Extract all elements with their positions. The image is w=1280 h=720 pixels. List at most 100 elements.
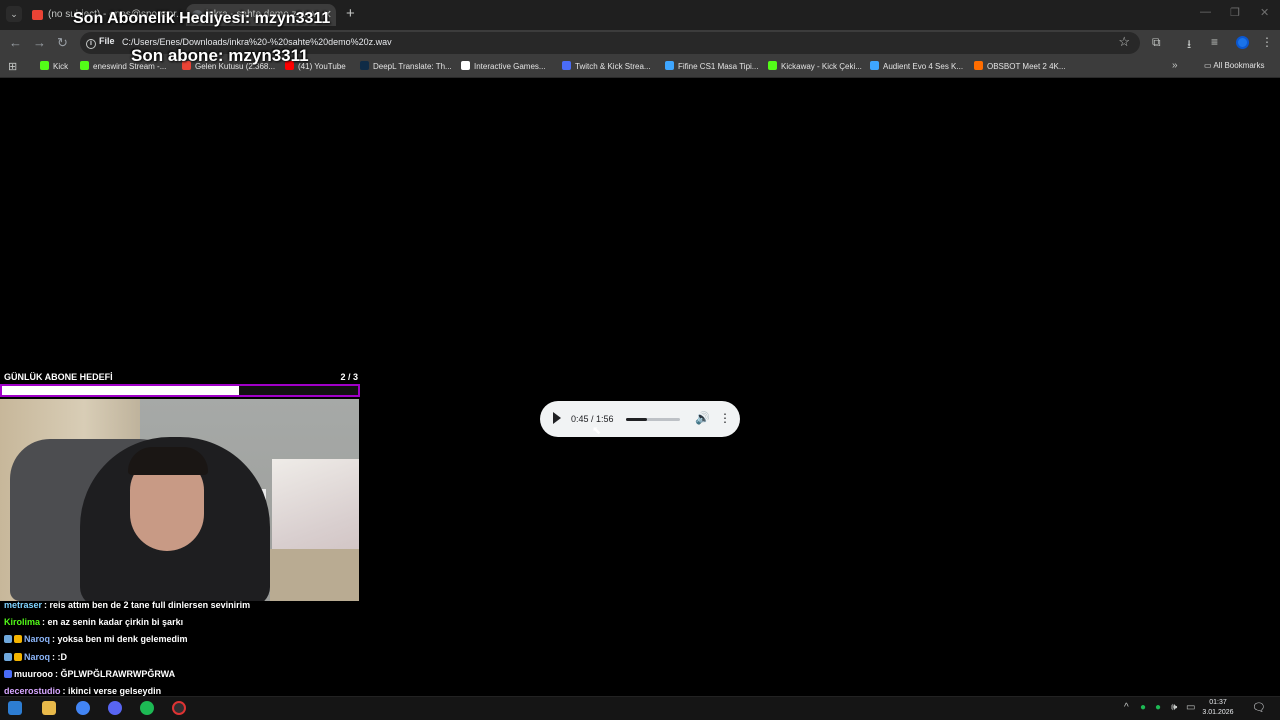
chat-message: Naroq: yoksa ben mi denk gelemedim [4,634,188,644]
profile-avatar[interactable] [1236,36,1249,49]
chat-message: Kirolima: en az senin kadar çirkin bi şa… [4,617,183,627]
audio-player: 0:45 / 1:56 🔊 ⋮ [540,401,740,437]
tab-search-icon[interactable]: ⌄ [6,6,22,22]
chat-text: : yoksa ben mi denk gelemedim [52,634,188,644]
discord-icon[interactable] [108,701,122,715]
tray-app-icon[interactable]: ● [1140,702,1146,713]
site-info-chip[interactable]: i File [86,36,115,49]
bed-frame [270,549,359,601]
chat-username: Kirolima [4,617,41,627]
speaker-icon[interactable]: 🕪 [1171,702,1177,713]
play-icon[interactable] [553,412,561,424]
scheme-label: File [99,36,115,46]
streamer-hair [128,447,208,475]
chat-badge-icon [4,653,12,661]
bookmark-label: Kickaway - Kick Çeki... [781,62,862,71]
chat-text: : ikinci verse gelseydin [62,686,162,696]
chat-message: decerostudio: ikinci verse gelseydin [4,686,161,696]
bookmark-favicon-icon [80,61,89,70]
bookmark-label: Twitch & Kick Strea... [575,62,651,71]
time-display: 0:45 / 1:56 [571,414,614,424]
sub-goal-count: 2 / 3 [340,372,358,382]
extensions-icon[interactable]: ⧉ [1152,35,1161,50]
chat-text: : ĞPLWPĞLRAWRWPĞRWA [55,669,176,679]
notification-icon[interactable]: 🗨 [1252,701,1266,714]
last-sub-overlay: Son abone: mzyn3311 [131,46,309,65]
sub-goal-label: GÜNLÜK ABONE HEDEFİ [4,372,113,382]
bookmark-favicon-icon [360,61,369,70]
minimize-icon[interactable]: — [1200,6,1211,18]
more-options-icon[interactable]: ⋮ [719,411,731,425]
tray-chevron-icon[interactable]: ^ [1124,702,1129,713]
media-control-icon[interactable]: ≡ [1211,35,1218,49]
bookmark-star-icon[interactable]: ☆ [1118,34,1130,50]
bookmark-favicon-icon [974,61,983,70]
chat-message: Naroq: :D [4,652,67,662]
all-bookmarks-label: All Bookmarks [1213,61,1265,70]
taskbar-clock[interactable]: 01:37 3.01.2026 [1198,698,1238,718]
close-window-icon[interactable]: ✕ [1260,6,1269,19]
bookmark-favicon-icon [870,61,879,70]
obs-icon[interactable] [172,701,186,715]
chat-text: : en az senin kadar çirkin bi şarkı [42,617,184,627]
bookmark-item[interactable]: Fifine CS1 Masa Tipi... [665,61,758,71]
clock-time: 01:37 [1209,699,1227,706]
bookmark-favicon-icon [461,61,470,70]
clock-date: 3.01.2026 [1202,709,1234,716]
seek-progress [626,418,647,421]
bookmark-item[interactable]: Kickaway - Kick Çeki... [768,61,862,71]
bookmark-favicon-icon [768,61,777,70]
chat-text: : :D [52,652,68,662]
bookmark-item[interactable]: DeepL Translate: Th... [360,61,452,71]
bookmark-favicon-icon [562,61,571,70]
sub-goal-progress-fill [2,386,240,395]
bookmark-item[interactable]: OBSBOT Meet 2 4K... [974,61,1066,71]
bookmark-item[interactable]: Audient Evo 4 Ses K... [870,61,963,71]
bookmark-label: DeepL Translate: Th... [373,62,452,71]
mouse-cursor-icon: ⬉ [592,425,602,437]
chat-username: decerostudio [4,686,61,696]
restore-icon[interactable]: ❐ [1230,6,1240,19]
chat-badge-icon [4,635,12,643]
chat-username: Naroq [24,634,51,644]
back-icon[interactable]: ← [9,35,22,50]
chat-message: metraser: reis attım ben de 2 tane full … [4,600,250,610]
chat-badge-icon [4,670,12,678]
info-icon: i [86,39,96,49]
download-icon[interactable]: ⭳ [1187,35,1191,56]
forward-icon[interactable]: → [33,35,46,50]
tray-spotify-icon[interactable]: ● [1155,702,1161,713]
folder-icon: ▭ [1204,61,1214,70]
chrome-icon[interactable] [76,701,90,715]
bookmark-label: Kick [53,62,69,71]
start-icon[interactable] [8,701,22,715]
all-bookmarks-button[interactable]: ▭ All Bookmarks [1204,61,1264,70]
bookmark-favicon-icon [665,61,674,70]
reload-icon[interactable]: ↻ [57,35,68,51]
chat-badge-icon [14,635,22,643]
bookmark-label: OBSBOT Meet 2 4K... [987,62,1066,71]
seek-slider[interactable] [626,418,680,421]
volume-icon[interactable]: 🔊 [695,411,710,425]
bookmark-item[interactable]: Twitch & Kick Strea... [562,61,651,71]
network-icon[interactable]: ▭ [1186,702,1195,713]
spotify-icon[interactable] [140,701,154,715]
gmail-icon [32,10,43,20]
chat-badge-icon [14,653,22,661]
new-tab-button[interactable]: + [346,5,355,22]
bookmark-favicon-icon [40,61,49,70]
apps-grid-icon[interactable]: ⊞ [8,60,17,73]
chat-username: muurooo [14,669,53,679]
bookmark-item[interactable]: Kick [40,61,68,71]
bookmark-item[interactable]: Interactive Games... [461,61,546,71]
bookmark-label: Audient Evo 4 Ses K... [883,62,964,71]
last-gift-sub-overlay: Son Abonelik Hediyesi: mzyn3311 [73,10,331,27]
file-explorer-icon[interactable] [42,701,56,715]
webcam-feed [0,399,359,601]
more-bookmarks-icon[interactable]: » [1172,60,1178,71]
bookmark-label: Interactive Games... [474,62,546,71]
sub-goal-progress-bar [0,384,360,397]
menu-icon[interactable]: ⋮ [1261,35,1273,49]
chat-text: : reis attım ben de 2 tane full dinlerse… [44,600,251,610]
bookmark-label: Fifine CS1 Masa Tipi... [678,62,759,71]
